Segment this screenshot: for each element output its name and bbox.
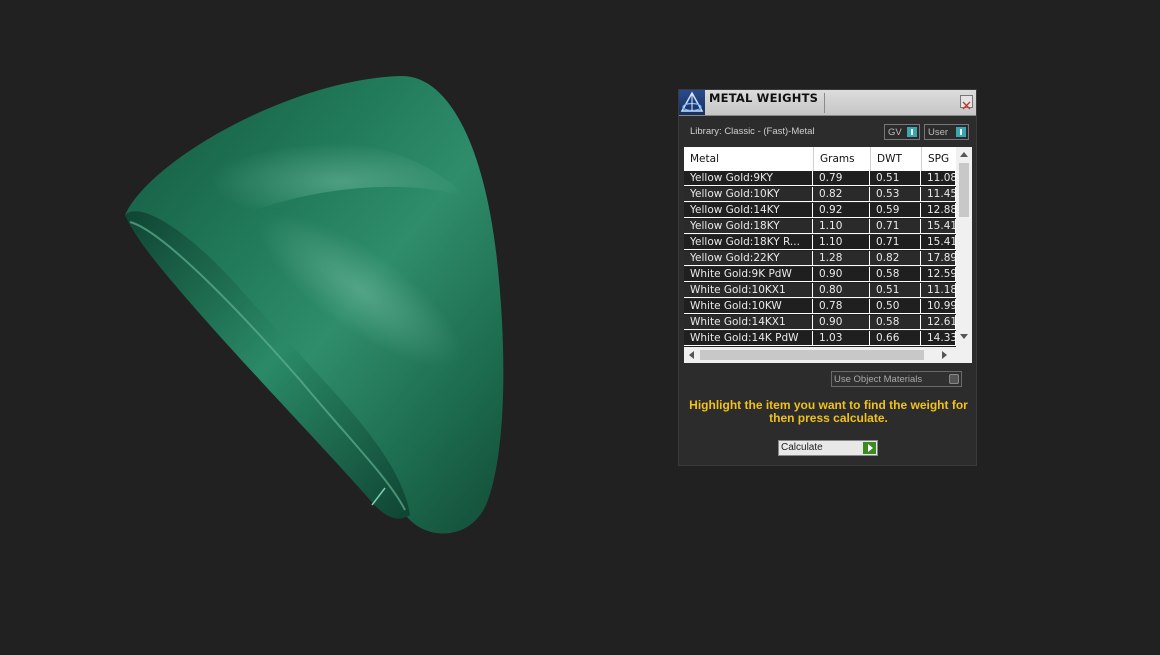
spg-cell: 17.89 (921, 251, 956, 266)
3d-viewport[interactable] (0, 0, 1160, 651)
spg-cell: 11.45 (921, 187, 956, 202)
table-row[interactable]: Yellow Gold:18KY R... 1.10 0.71 15.41 (684, 235, 956, 251)
grams-cell: 0.90 (813, 267, 870, 282)
vertical-scrollbar[interactable] (956, 147, 972, 347)
grams-cell: 0.80 (813, 283, 870, 298)
use-object-materials-label: Use Object Materials (834, 374, 923, 385)
header-spg[interactable]: SPG (921, 147, 956, 171)
spg-cell: 10.99 (921, 299, 956, 314)
toggle-off-icon (949, 374, 959, 384)
toggle-switch-icon (956, 127, 966, 137)
library-label: Library: Classic - (Fast)-Metal (690, 126, 815, 137)
header-grams[interactable]: Grams (813, 147, 870, 171)
table-row[interactable]: Yellow Gold:9KY 0.79 0.51 11.08 (684, 171, 956, 187)
grams-cell: 0.78 (813, 299, 870, 314)
metal-weights-panel: METAL WEIGHTS Library: Classic - (Fast)-… (678, 89, 977, 466)
dwt-cell: 0.71 (870, 219, 921, 234)
header-metal[interactable]: Metal (684, 147, 813, 171)
user-toggle[interactable]: User (924, 124, 969, 140)
metal-cell: Yellow Gold:9KY (684, 171, 813, 186)
table-row[interactable]: Yellow Gold:10KY 0.82 0.53 11.45 (684, 187, 956, 203)
close-button[interactable] (960, 95, 973, 110)
grams-cell: 0.92 (813, 203, 870, 218)
metal-cell: White Gold:9K PdW (684, 267, 813, 282)
scroll-right-icon[interactable] (942, 351, 947, 359)
metal-cell: Yellow Gold:22KY (684, 251, 813, 266)
metal-cell: White Gold:14K PdW (684, 331, 813, 346)
metal-cell: Yellow Gold:14KY (684, 203, 813, 218)
app-logo-icon (679, 90, 705, 115)
spg-cell: 11.08 (921, 171, 956, 186)
toggle-switch-icon (907, 127, 917, 137)
scroll-left-icon[interactable] (689, 351, 694, 359)
use-object-materials-toggle[interactable]: Use Object Materials (831, 371, 962, 387)
grams-cell: 1.10 (813, 235, 870, 250)
spg-cell: 12.61 (921, 315, 956, 330)
table-body: Yellow Gold:9KY 0.79 0.51 11.08 Yellow Gold:… (684, 171, 956, 347)
spg-cell: 15.41 (921, 219, 956, 234)
dwt-cell: 0.59 (870, 203, 921, 218)
table-header: Metal Grams DWT SPG (684, 147, 956, 171)
header-dwt[interactable]: DWT (870, 147, 921, 171)
close-icon (962, 101, 971, 110)
spg-cell: 14.33 (921, 331, 956, 346)
dwt-cell: 0.82 (870, 251, 921, 266)
dwt-cell: 0.51 (870, 171, 921, 186)
panel-title: METAL WEIGHTS (709, 91, 819, 105)
scroll-up-icon[interactable] (960, 152, 968, 157)
gv-toggle[interactable]: GV (884, 124, 920, 140)
vertical-scroll-thumb[interactable] (959, 163, 969, 217)
metal-cell: Yellow Gold:18KY R... (684, 235, 813, 250)
table-row[interactable]: White Gold:10KW 0.78 0.50 10.99 (684, 299, 956, 315)
play-arrow-icon (863, 442, 876, 454)
calculate-label: Calculate (781, 442, 823, 453)
metal-cell: White Gold:10KW (684, 299, 813, 314)
grams-cell: 0.82 (813, 187, 870, 202)
calculate-button[interactable]: Calculate (778, 440, 878, 456)
grams-cell: 1.03 (813, 331, 870, 346)
metal-cell: Yellow Gold:18KY (684, 219, 813, 234)
metal-table[interactable]: Metal Grams DWT SPG Yellow Gold:9KY 0.79 0… (684, 147, 972, 363)
table-row[interactable]: White Gold:14K PdW 1.03 0.66 14.33 (684, 331, 956, 347)
grams-cell: 1.10 (813, 219, 870, 234)
grams-cell: 0.79 (813, 171, 870, 186)
metal-cell: Yellow Gold:10KY (684, 187, 813, 202)
table-row[interactable]: Yellow Gold:18KY 1.10 0.71 15.41 (684, 219, 956, 235)
dwt-cell: 0.58 (870, 315, 921, 330)
horizontal-scroll-thumb[interactable] (700, 350, 924, 360)
spg-cell: 15.41 (921, 235, 956, 250)
metal-cell: White Gold:10KX1 (684, 283, 813, 298)
table-row[interactable]: Yellow Gold:22KY 1.28 0.82 17.89 (684, 251, 956, 267)
table-row[interactable]: White Gold:14KX1 0.90 0.58 12.61 (684, 315, 956, 331)
dwt-cell: 0.71 (870, 235, 921, 250)
spg-cell: 11.18 (921, 283, 956, 298)
dwt-cell: 0.58 (870, 267, 921, 282)
ring-model[interactable] (0, 0, 1160, 651)
dwt-cell: 0.50 (870, 299, 921, 314)
user-toggle-label: User (928, 127, 949, 138)
grams-cell: 1.28 (813, 251, 870, 266)
panel-titlebar[interactable]: METAL WEIGHTS (679, 90, 976, 116)
dwt-cell: 0.53 (870, 187, 921, 202)
table-row[interactable]: White Gold:10KX1 0.80 0.51 11.18 (684, 283, 956, 299)
table-row[interactable]: White Gold:9K PdW 0.90 0.58 12.59 (684, 267, 956, 283)
dwt-cell: 0.51 (870, 283, 921, 298)
metal-cell: White Gold:14KX1 (684, 315, 813, 330)
spg-cell: 12.88 (921, 203, 956, 218)
gv-toggle-label: GV (888, 127, 902, 138)
instruction-text: Highlight the item you want to find the … (689, 398, 968, 425)
grams-cell: 0.90 (813, 315, 870, 330)
scroll-down-icon[interactable] (960, 334, 968, 339)
table-row[interactable]: Yellow Gold:14KY 0.92 0.59 12.88 (684, 203, 956, 219)
spg-cell: 12.59 (921, 267, 956, 282)
title-divider (824, 93, 825, 113)
scroll-corner (956, 347, 972, 363)
dwt-cell: 0.66 (870, 331, 921, 346)
horizontal-scrollbar[interactable] (684, 347, 956, 363)
